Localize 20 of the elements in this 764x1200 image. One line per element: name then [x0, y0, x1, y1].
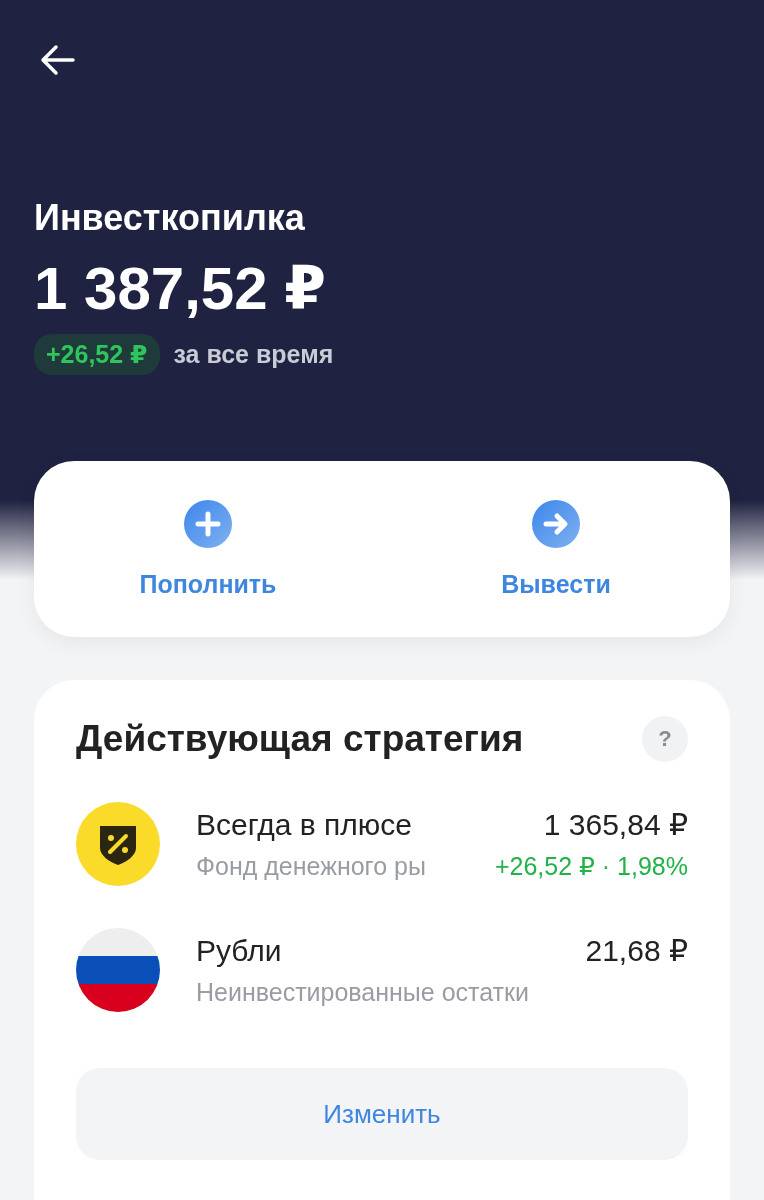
flag-icon [76, 928, 160, 1012]
action-button[interactable]: Пополнить [34, 461, 382, 637]
asset-subtitle: Неинвестированные остатки [196, 978, 529, 1007]
change-period: за все время [173, 340, 334, 369]
asset-gain: +26,52 ₽ · 1,98% [494, 852, 688, 881]
page-title: Инвесткопилка [34, 198, 306, 238]
back-arrow-icon [40, 44, 76, 76]
asset-name: Всегда в плюсе [196, 808, 413, 842]
plus-icon [184, 499, 232, 548]
help-button[interactable]: ? [642, 716, 688, 762]
change-badge: +26,52 ₽ [34, 334, 160, 375]
shield-icon [76, 802, 160, 886]
asset-subtitle: Фонд денежного ры [196, 852, 426, 881]
action-button[interactable]: Вывести [382, 461, 730, 637]
change-button[interactable]: Изменить [76, 1068, 688, 1160]
asset-amount: 1 365,84 ₽ [543, 807, 688, 842]
section-title: Действующая стратегия [76, 718, 524, 760]
balance-amount: 1 387,52 ₽ [34, 256, 327, 322]
asset-name: Рубли [196, 934, 282, 968]
asset-amount: 21,68 ₽ [585, 933, 688, 968]
